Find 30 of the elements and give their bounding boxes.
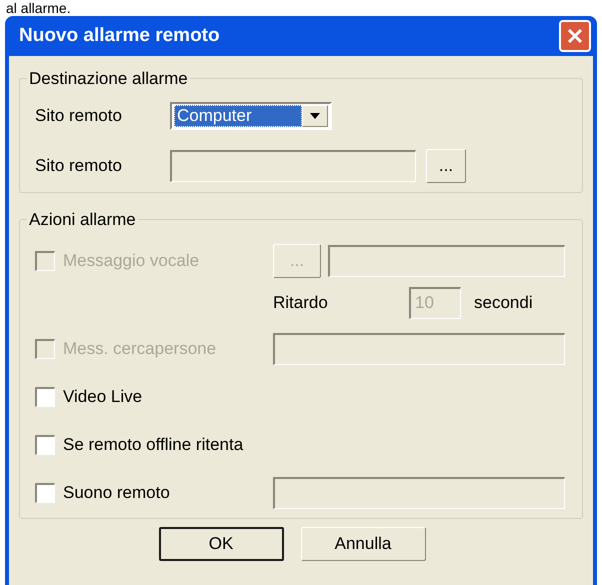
dropdown-arrow-button[interactable]	[302, 104, 328, 126]
field-label: Ritardo	[273, 292, 329, 314]
input-field[interactable]	[170, 150, 416, 182]
checkbox[interactable]	[35, 434, 55, 454]
checkbox-label: Video Live	[63, 386, 142, 408]
field-value: 10	[415, 292, 434, 314]
group-title: Destinazione allarme	[28, 68, 189, 90]
group-title: Azioni allarme	[28, 209, 137, 231]
background-text: al allarme.	[5, 0, 72, 16]
close-button[interactable]	[559, 20, 591, 52]
caret-icon	[310, 112, 320, 118]
checkbox-label: Mess. cercapersone	[63, 338, 216, 360]
checkbox[interactable]	[35, 482, 55, 502]
checkbox-label: Se remoto offline ritenta	[63, 434, 244, 456]
window-title: Nuovo allarme remoto	[19, 24, 220, 48]
input-field[interactable]	[273, 476, 565, 508]
input-field[interactable]	[273, 332, 565, 364]
checkbox[interactable]	[35, 386, 55, 406]
push-button[interactable]: Annulla	[300, 527, 426, 561]
push-button[interactable]: OK	[158, 527, 284, 561]
unit-label: secondi	[474, 292, 533, 314]
dropdown-value: Computer	[174, 104, 302, 126]
close-icon	[567, 28, 583, 44]
field-label: Sito remoto	[35, 154, 123, 177]
dropdown[interactable]: Computer	[170, 102, 332, 130]
checkbox-label: Suono remoto	[63, 482, 170, 504]
field-label: Sito remoto	[35, 104, 123, 127]
push-button[interactable]: ...	[426, 148, 466, 182]
input-field[interactable]	[328, 244, 565, 276]
checkbox-label: Messaggio vocale	[63, 250, 200, 272]
